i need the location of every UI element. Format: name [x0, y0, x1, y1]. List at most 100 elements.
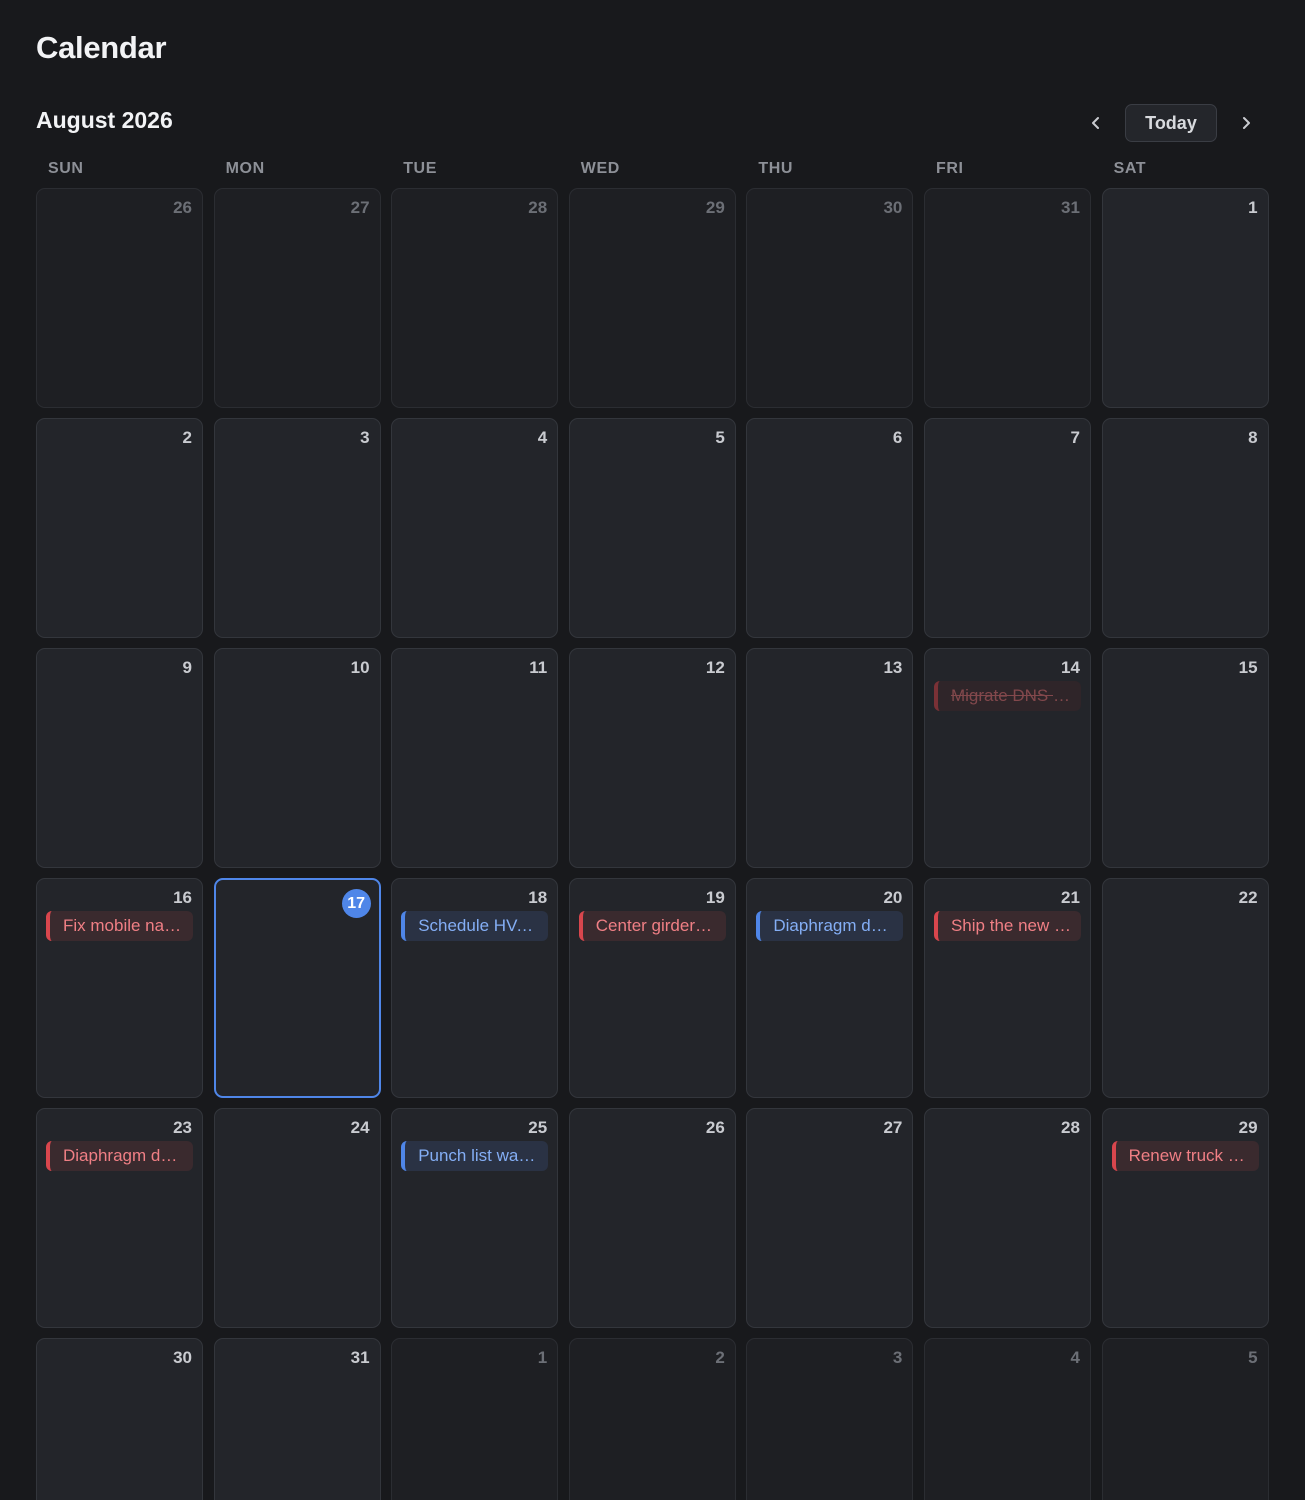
- day-number: 26: [705, 1118, 725, 1137]
- day-number: 5: [1248, 1348, 1258, 1367]
- day-number: 12: [705, 658, 725, 677]
- day-number: 27: [883, 1118, 903, 1137]
- day-number: 1: [537, 1348, 548, 1367]
- day-number: 23: [173, 1118, 192, 1137]
- day-cell[interactable]: 31: [923, 188, 1091, 408]
- day-number: 31: [1061, 198, 1080, 217]
- day-cell[interactable]: 23 Diaphragm de…: [36, 1108, 203, 1328]
- day-cell[interactable]: 1: [391, 1338, 559, 1500]
- month-grid: 26 27 28 29 30 31 1 2 3 4 5 6 7 8 9 10 11 12 13 14 Migrate D…: [36, 188, 1269, 1500]
- weekday-label: SAT: [1113, 160, 1147, 177]
- day-cell[interactable]: 3: [213, 418, 381, 638]
- day-number: 1: [1248, 198, 1258, 217]
- day-cell[interactable]: 26: [568, 1108, 736, 1328]
- day-number: 11: [529, 658, 548, 677]
- day-cell[interactable]: 29: [568, 188, 736, 408]
- day-cell[interactable]: 28: [391, 188, 559, 408]
- day-number: 28: [1061, 1118, 1080, 1137]
- day-number: 18: [528, 888, 548, 907]
- day-number: 29: [1238, 1118, 1258, 1137]
- day-cell[interactable]: 1: [1101, 188, 1269, 408]
- calendar-event[interactable]: Diaphragm de…: [756, 911, 904, 941]
- day-number: 31: [350, 1348, 370, 1367]
- day-cell[interactable]: 10: [213, 648, 381, 868]
- day-number: 26: [173, 198, 192, 217]
- day-cell[interactable]: 27: [213, 188, 381, 408]
- calendar-event[interactable]: Punch list wal…: [401, 1141, 549, 1171]
- weekday-label: SUN: [48, 160, 84, 177]
- day-cell[interactable]: 21 Ship the new …: [923, 878, 1091, 1098]
- day-number: 2: [715, 1348, 725, 1367]
- day-cell[interactable]: 18 Schedule HVA…: [391, 878, 559, 1098]
- day-cell[interactable]: 3: [746, 1338, 914, 1500]
- day-number: 30: [173, 1348, 192, 1367]
- day-number: 4: [1070, 1348, 1080, 1367]
- day-number: 16: [173, 888, 192, 907]
- day-number: 19: [705, 888, 725, 907]
- weekday-label: MON: [225, 160, 265, 177]
- day-number: 24: [350, 1118, 370, 1137]
- calendar-event[interactable]: Diaphragm de…: [46, 1141, 193, 1171]
- day-number: 30: [883, 198, 903, 217]
- day-cell[interactable]: 14 Migrate DNS t…: [923, 648, 1091, 868]
- day-cell[interactable]: 31: [213, 1338, 381, 1500]
- day-cell[interactable]: 25 Punch list wal…: [391, 1108, 559, 1328]
- calendar-event[interactable]: Center girder r…: [578, 911, 726, 941]
- day-number: 15: [1238, 658, 1258, 677]
- day-number: 10: [350, 658, 370, 677]
- day-cell[interactable]: 20 Diaphragm de…: [746, 878, 914, 1098]
- day-cell[interactable]: 30: [36, 1338, 203, 1500]
- day-cell[interactable]: 16 Fix mobile nav…: [36, 878, 203, 1098]
- day-cell[interactable]: 4: [923, 1338, 1091, 1500]
- day-cell[interactable]: 9: [36, 648, 203, 868]
- day-cell[interactable]: 24: [213, 1108, 381, 1328]
- day-cell[interactable]: 19 Center girder r…: [568, 878, 736, 1098]
- day-cell[interactable]: 5: [1101, 1338, 1269, 1500]
- day-cell[interactable]: 26: [36, 188, 203, 408]
- day-cell[interactable]: 15: [1101, 648, 1269, 868]
- next-month-button[interactable]: [1231, 108, 1261, 138]
- day-cell[interactable]: 12: [568, 648, 736, 868]
- day-number: 9: [182, 658, 192, 677]
- calendar-event[interactable]: Ship the new …: [933, 911, 1081, 941]
- day-cell[interactable]: 2: [36, 418, 203, 638]
- day-cell[interactable]: 30: [746, 188, 914, 408]
- day-cell[interactable]: 27: [746, 1108, 914, 1328]
- weekday-label: FRI: [935, 160, 964, 177]
- day-cell[interactable]: 5: [568, 418, 736, 638]
- calendar-event[interactable]: Fix mobile nav…: [46, 911, 193, 941]
- today-button[interactable]: Today: [1125, 104, 1217, 142]
- chevron-right-icon: [1243, 117, 1250, 129]
- calendar-event[interactable]: Schedule HVA…: [401, 911, 549, 941]
- day-number: 8: [1248, 428, 1258, 447]
- day-cell[interactable]: 28: [923, 1108, 1091, 1328]
- day-number: 17: [341, 889, 371, 918]
- day-number: 29: [705, 198, 725, 217]
- day-cell[interactable]: 29 Renew truck r…: [1101, 1108, 1269, 1328]
- day-cell[interactable]: 13: [746, 648, 914, 868]
- weekday-label: THU: [758, 160, 794, 177]
- month-label: August 2026: [36, 107, 173, 133]
- day-cell[interactable]: 22: [1101, 878, 1269, 1098]
- day-cell[interactable]: 6: [746, 418, 914, 638]
- day-number: 6: [892, 428, 903, 447]
- day-cell[interactable]: 7: [923, 418, 1091, 638]
- calendar-event[interactable]: Renew truck r…: [1111, 1141, 1259, 1171]
- day-cell-today[interactable]: 17: [213, 878, 381, 1098]
- day-number: 22: [1238, 888, 1258, 907]
- day-number: 14: [1061, 658, 1080, 677]
- calendar-event[interactable]: Migrate DNS t…: [933, 681, 1081, 711]
- day-number: 4: [537, 428, 548, 447]
- day-number: 20: [883, 888, 903, 907]
- day-number: 25: [528, 1118, 548, 1137]
- previous-month-button[interactable]: [1081, 108, 1111, 138]
- day-number: 28: [528, 198, 548, 217]
- day-number: 7: [1070, 428, 1080, 447]
- day-cell[interactable]: 2: [568, 1338, 736, 1500]
- day-cell[interactable]: 8: [1101, 418, 1269, 638]
- day-cell[interactable]: 4: [391, 418, 559, 638]
- day-cell[interactable]: 11: [391, 648, 559, 868]
- day-number: 3: [892, 1348, 903, 1367]
- weekday-header: SUN MON TUE WED THU FRI SAT: [36, 160, 1269, 182]
- month-navigation: Today: [1076, 104, 1268, 142]
